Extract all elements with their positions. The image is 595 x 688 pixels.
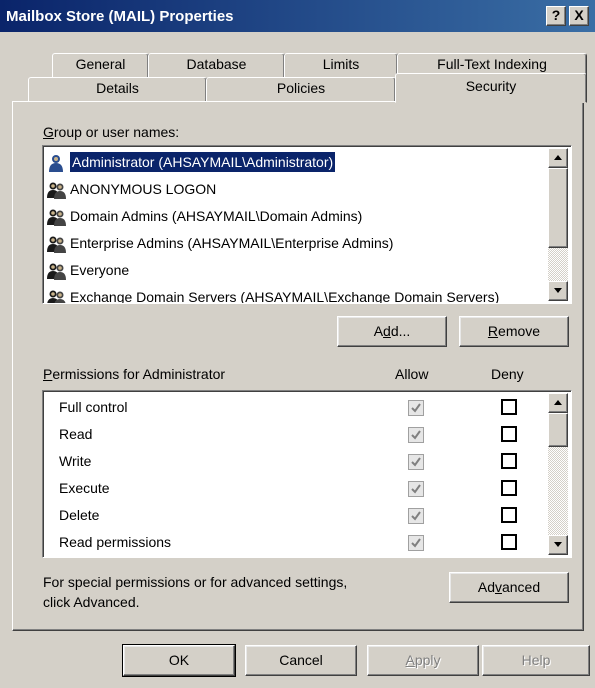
permission-name: Full control [59, 399, 128, 415]
advanced-hint-line2: click Advanced. [43, 594, 140, 610]
allow-header: Allow [395, 366, 429, 382]
tab-details[interactable]: Details [28, 77, 207, 102]
user-list-item[interactable]: ANONYMOUS LOGON [46, 176, 216, 203]
deny-checkbox[interactable] [501, 480, 517, 496]
permission-name: Write [59, 453, 92, 469]
deny-checkbox[interactable] [501, 426, 517, 442]
user-list-item[interactable]: Administrator (AHSAYMAIL\Administrator) [46, 149, 337, 176]
arrow-up-icon [554, 400, 562, 405]
user-name: Everyone [70, 262, 130, 278]
tab-security[interactable]: Security [395, 73, 587, 103]
permission-row: Full control [59, 394, 539, 421]
scroll-down-button[interactable] [548, 281, 568, 301]
checkmark-icon [411, 403, 421, 413]
add-button[interactable]: Add... [337, 316, 447, 347]
deny-checkbox[interactable] [501, 534, 517, 550]
user-list-item[interactable]: Everyone [46, 257, 129, 284]
deny-checkbox[interactable] [501, 507, 517, 523]
group-icon [47, 236, 66, 254]
permission-row: Execute [59, 475, 539, 502]
user-name: Domain Admins (AHSAYMAIL\Domain Admins) [70, 208, 363, 224]
perm-scroll-thumb[interactable] [548, 413, 568, 447]
allow-checkbox[interactable] [408, 400, 424, 416]
group-icon [47, 263, 66, 281]
arrow-down-icon [554, 288, 562, 293]
help-button[interactable]: Help [482, 645, 590, 676]
allow-checkbox[interactable] [408, 427, 424, 443]
permissions-scrollbar[interactable] [548, 393, 568, 555]
ok-button[interactable]: OK [122, 644, 236, 677]
perm-scroll-up-button[interactable] [548, 393, 568, 413]
permission-name: Execute [59, 480, 110, 496]
checkmark-icon [411, 538, 421, 548]
close-title-button[interactable]: X [569, 6, 589, 26]
cancel-button[interactable]: Cancel [245, 645, 357, 676]
scroll-up-button[interactable] [548, 148, 568, 168]
user-name: ANONYMOUS LOGON [70, 181, 217, 197]
permission-name: Read permissions [59, 534, 172, 550]
tab-limits[interactable]: Limits [284, 53, 398, 77]
arrow-down-icon [554, 542, 562, 547]
advanced-hint-line1: For special permissions or for advanced … [43, 574, 348, 590]
permission-row: Write [59, 448, 539, 475]
user-name: Exchange Domain Servers (AHSAYMAIL\Excha… [70, 289, 500, 304]
deny-header: Deny [491, 366, 524, 382]
advanced-button[interactable]: Advanced [449, 572, 569, 603]
tab-general[interactable]: General [52, 53, 149, 77]
remove-button[interactable]: Remove [459, 316, 569, 347]
allow-checkbox[interactable] [408, 508, 424, 524]
window-title: Mailbox Store (MAIL) Properties [6, 8, 234, 25]
permissions-listbox: Full control Read Write Execute Delete Read p… [42, 390, 572, 558]
users-listbox[interactable]: Administrator (AHSAYMAIL\Administrator) A… [42, 145, 572, 304]
perm-scroll-down-button[interactable] [548, 535, 568, 555]
group-icon [47, 182, 66, 200]
apply-button[interactable]: Apply [367, 645, 479, 676]
permission-row: Read permissions [59, 529, 539, 556]
allow-checkbox[interactable] [408, 535, 424, 551]
permission-row: Read [59, 421, 539, 448]
user-list-item[interactable]: Exchange Domain Servers (AHSAYMAIL\Excha… [46, 284, 500, 304]
permission-name: Delete [59, 507, 100, 523]
checkmark-icon [411, 430, 421, 440]
arrow-up-icon [554, 155, 562, 160]
tab-database[interactable]: Database [148, 53, 285, 77]
deny-checkbox[interactable] [501, 399, 517, 415]
user-list-item[interactable]: Enterprise Admins (AHSAYMAIL\Enterprise … [46, 230, 393, 257]
title-bar: Mailbox Store (MAIL) Properties ? X [0, 0, 595, 32]
permission-row: Delete [59, 502, 539, 529]
checkmark-icon [411, 457, 421, 467]
scroll-thumb[interactable] [548, 168, 568, 248]
checkmark-icon [411, 484, 421, 494]
group-icon [47, 209, 66, 227]
group-icon [47, 290, 66, 303]
checkmark-icon [411, 511, 421, 521]
allow-checkbox[interactable] [408, 481, 424, 497]
permissions-label: Permissions for Administrator [43, 366, 226, 382]
allow-checkbox[interactable] [408, 454, 424, 470]
permission-name: Read [59, 426, 93, 442]
users-scrollbar[interactable] [548, 148, 568, 301]
user-list-item[interactable]: Domain Admins (AHSAYMAIL\Domain Admins) [46, 203, 362, 230]
deny-checkbox[interactable] [501, 453, 517, 469]
tab-policies[interactable]: Policies [206, 77, 396, 102]
help-title-button[interactable]: ? [546, 6, 566, 26]
user-icon [49, 155, 63, 173]
user-name: Administrator (AHSAYMAIL\Administrator) [68, 151, 337, 173]
user-name: Enterprise Admins (AHSAYMAIL\Enterprise … [70, 235, 394, 251]
group-names-label: Group or user names: [43, 124, 180, 140]
